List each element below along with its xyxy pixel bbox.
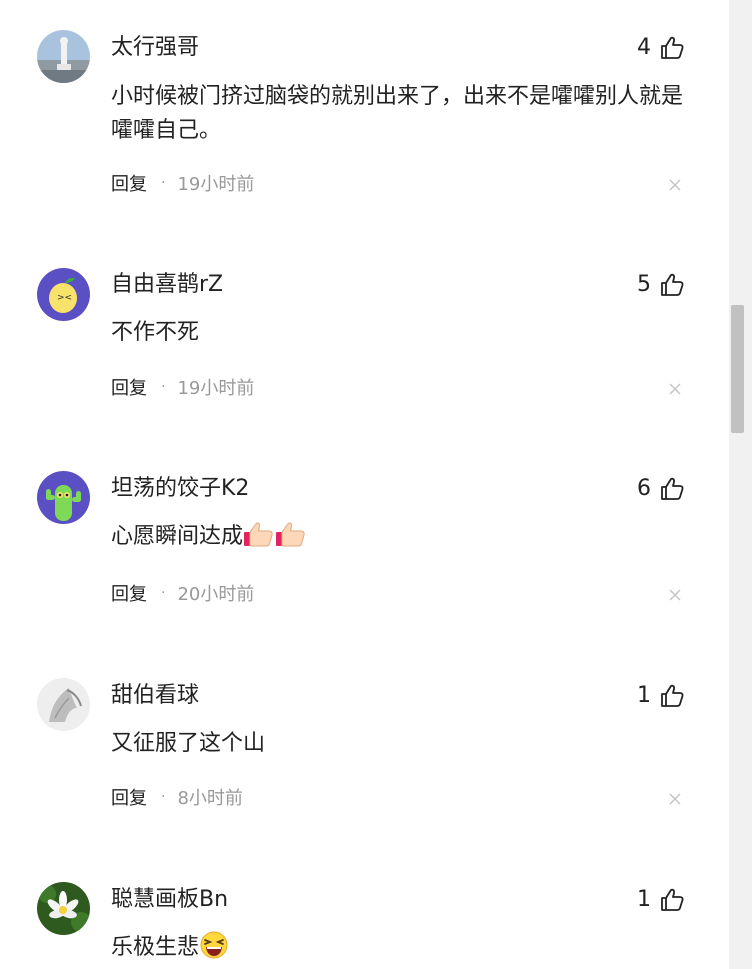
like-count: 1 [637, 887, 651, 912]
comment-meta: 回复 · 19小时前 [111, 171, 254, 195]
close-icon[interactable] [668, 588, 682, 602]
like-count: 1 [637, 683, 651, 708]
avatar[interactable] [37, 882, 90, 935]
scrollbar-thumb[interactable] [731, 305, 744, 433]
separator-dot: · [161, 789, 166, 805]
avatar[interactable]: >< [37, 268, 90, 321]
timestamp: 19小时前 [177, 378, 255, 399]
comment-meta: 回复 · 19小时前 [111, 375, 254, 399]
separator-dot: · [161, 175, 166, 191]
avatar[interactable] [37, 678, 90, 731]
thumbs-up-emoji [276, 522, 305, 547]
comment-meta: 回复 · 8小时前 [111, 785, 243, 809]
timestamp: 8小时前 [177, 788, 243, 809]
thumbs-up-emoji [244, 522, 273, 547]
separator-dot: · [161, 585, 166, 601]
svg-text:><: >< [57, 293, 72, 303]
comment-text: 又征服了这个山 [111, 731, 266, 756]
thumbs-up-icon [661, 684, 684, 707]
close-icon[interactable] [668, 382, 682, 396]
thumbs-up-icon [661, 477, 684, 500]
comment-text-content: 乐极生悲 [111, 935, 200, 960]
reply-button[interactable]: 回复 [111, 784, 147, 810]
timestamp: 20小时前 [177, 584, 255, 605]
close-icon[interactable] [668, 178, 682, 192]
comment-text-content: 心愿瞬间达成 [111, 524, 244, 549]
like-count: 4 [637, 35, 651, 60]
timestamp: 19小时前 [177, 174, 255, 195]
thumbs-up-icon [661, 273, 684, 296]
like-button[interactable]: 6 [637, 475, 685, 503]
scrollbar-track[interactable] [729, 0, 752, 969]
reply-button[interactable]: 回复 [111, 580, 147, 606]
like-count: 6 [637, 476, 651, 501]
comment-text: 不作不死 [111, 320, 200, 345]
comment-meta: 回复 · 20小时前 [111, 581, 254, 605]
like-button[interactable]: 1 [637, 886, 685, 914]
separator-dot: · [161, 379, 166, 395]
reply-button[interactable]: 回复 [111, 374, 147, 400]
reply-button[interactable]: 回复 [111, 170, 147, 196]
username[interactable]: 自由喜鹊rZ [111, 271, 223, 299]
comment-list-page: 太行强哥 4 小时候被门挤过脑袋的就别出来了，出来不是嚯嚯别人就是嚯嚯自己。 回… [0, 0, 752, 969]
username[interactable]: 太行强哥 [111, 34, 199, 62]
comment-text: 乐极生悲 [111, 931, 701, 965]
thumbs-up-icon [661, 888, 684, 911]
avatar[interactable] [37, 471, 90, 524]
close-icon[interactable] [668, 792, 682, 806]
comment-text: 心愿瞬间达成 [111, 520, 701, 554]
username[interactable]: 坦荡的饺子K2 [111, 475, 249, 503]
like-count: 5 [637, 272, 651, 297]
comment-text: 小时候被门挤过脑袋的就别出来了，出来不是嚯嚯别人就是嚯嚯自己。 [111, 84, 684, 143]
avatar[interactable] [37, 30, 90, 83]
laughing-emoji [200, 931, 228, 959]
username[interactable]: 甜伯看球 [111, 682, 199, 710]
like-button[interactable]: 5 [637, 271, 685, 299]
like-button[interactable]: 1 [637, 682, 685, 710]
thumbs-up-icon [661, 36, 684, 59]
like-button[interactable]: 4 [637, 34, 685, 62]
username[interactable]: 聪慧画板Bn [111, 886, 228, 914]
